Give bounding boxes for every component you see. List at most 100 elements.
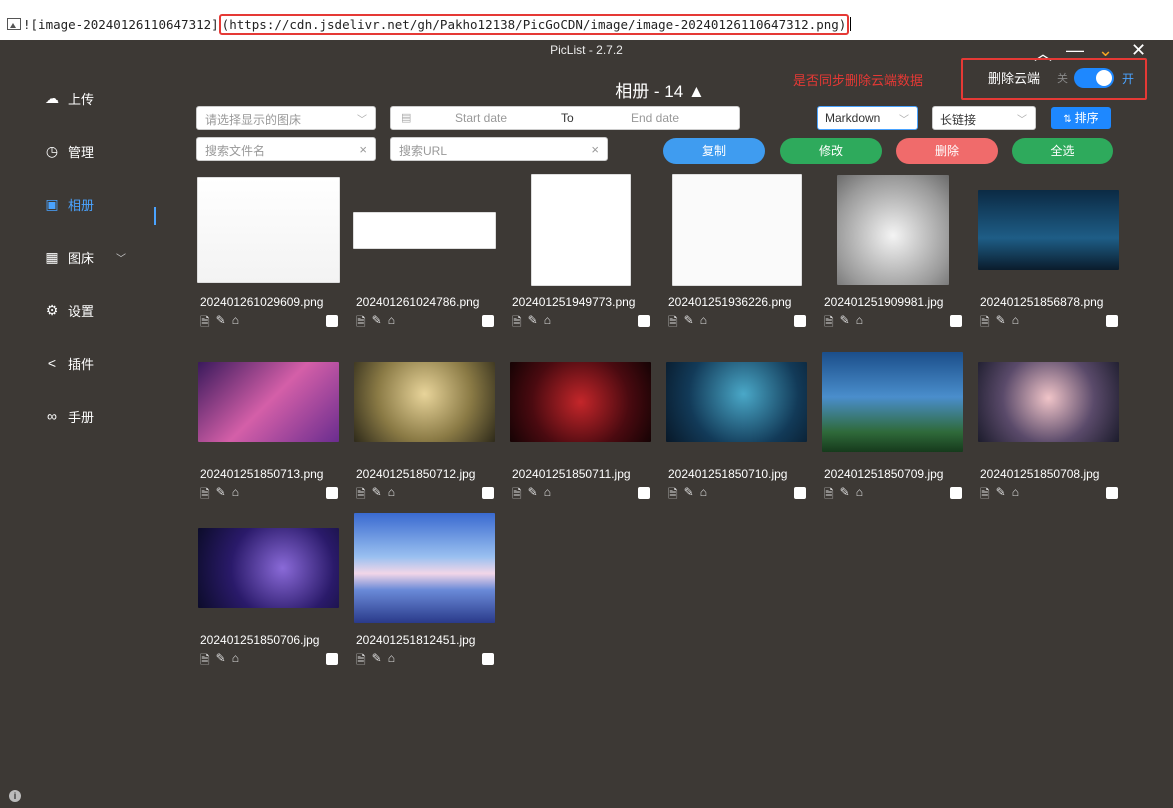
edit-icon[interactable]: ✎ — [372, 485, 382, 506]
edit-icon[interactable]: ✎ — [528, 313, 538, 334]
trash-icon[interactable]: ⌂ — [1012, 485, 1019, 506]
image-thumbnail[interactable] — [820, 175, 965, 285]
select-checkbox[interactable] — [326, 315, 338, 327]
copy-link-icon[interactable]: 🗎 — [980, 485, 990, 506]
trash-icon[interactable]: ⌂ — [388, 485, 395, 506]
image-thumbnail[interactable] — [352, 347, 497, 457]
image-filename: 202401261029609.png — [200, 295, 324, 309]
edit-icon[interactable]: ✎ — [528, 485, 538, 506]
trash-icon[interactable]: ⌂ — [700, 485, 707, 506]
sidebar-item-manual[interactable]: ∞ 手册 — [44, 406, 94, 426]
image-url-highlight[interactable]: (https://cdn.jsdelivr.net/gh/Pakho12138/… — [218, 14, 850, 35]
image-thumbnail[interactable] — [976, 175, 1121, 285]
delete-button[interactable]: 删除 — [896, 138, 998, 164]
image-thumbnail[interactable] — [352, 513, 497, 623]
sync-delete-toggle[interactable] — [1074, 68, 1114, 88]
sidebar-item-picbed[interactable]: ▦ 图床 ﹀ — [44, 247, 126, 267]
image-thumbnail[interactable] — [664, 347, 809, 457]
page-title[interactable]: 相册 - 14 ▲ — [560, 77, 760, 102]
edit-icon[interactable]: ✎ — [684, 485, 694, 506]
edit-icon[interactable]: ✎ — [216, 485, 226, 506]
select-checkbox[interactable] — [950, 315, 962, 327]
copy-link-icon[interactable]: 🗎 — [824, 313, 834, 334]
select-checkbox[interactable] — [950, 487, 962, 499]
select-checkbox[interactable] — [1106, 315, 1118, 327]
select-checkbox[interactable] — [482, 315, 494, 327]
select-all-button[interactable]: 全选 — [1012, 138, 1113, 164]
search-url-input[interactable]: 搜索URL × — [390, 137, 608, 161]
trash-icon[interactable]: ⌂ — [1012, 313, 1019, 334]
clear-icon[interactable]: × — [359, 142, 367, 157]
trash-icon[interactable]: ⌂ — [232, 313, 239, 334]
select-checkbox[interactable] — [326, 653, 338, 665]
image-filename: 202401251949773.png — [512, 295, 636, 309]
edit-icon[interactable]: ✎ — [372, 651, 382, 672]
edit-icon[interactable]: ✎ — [684, 313, 694, 334]
trash-icon[interactable]: ⌂ — [856, 313, 863, 334]
image-thumbnail[interactable] — [664, 174, 809, 286]
copy-link-icon[interactable]: 🗎 — [668, 485, 678, 506]
select-checkbox[interactable] — [482, 487, 494, 499]
select-checkbox[interactable] — [638, 315, 650, 327]
select-checkbox[interactable] — [794, 315, 806, 327]
image-thumbnail[interactable] — [196, 513, 341, 623]
image-thumbnail[interactable] — [820, 347, 965, 457]
chevron-down-icon: ﹀ — [1017, 115, 1027, 126]
edit-icon[interactable]: ✎ — [216, 651, 226, 672]
copy-link-icon[interactable]: 🗎 — [512, 313, 522, 334]
select-checkbox[interactable] — [1106, 487, 1118, 499]
trash-icon[interactable]: ⌂ — [388, 651, 395, 672]
edit-icon[interactable]: ✎ — [996, 313, 1006, 334]
date-range-picker[interactable]: ▤ Start date To End date — [390, 106, 740, 130]
sort-button[interactable]: ⇅ 排序 — [1051, 107, 1111, 129]
format-select[interactable]: Markdown ﹀ — [817, 106, 918, 130]
trash-icon[interactable]: ⌂ — [388, 313, 395, 334]
edit-icon[interactable]: ✎ — [996, 485, 1006, 506]
copy-link-icon[interactable]: 🗎 — [356, 651, 366, 672]
copy-link-icon[interactable]: 🗎 — [668, 313, 678, 334]
trash-icon[interactable]: ⌂ — [232, 485, 239, 506]
sidebar-item-manage[interactable]: ◷ 管理 — [44, 141, 94, 161]
sidebar-item-plugins[interactable]: < 插件 — [44, 353, 94, 373]
copy-link-icon[interactable]: 🗎 — [824, 485, 834, 506]
select-checkbox[interactable] — [482, 653, 494, 665]
trash-icon[interactable]: ⌂ — [856, 485, 863, 506]
select-checkbox[interactable] — [638, 487, 650, 499]
link-type-select[interactable]: 长链接 ﹀ — [932, 106, 1036, 130]
trash-icon[interactable]: ⌂ — [544, 485, 551, 506]
edit-icon[interactable]: ✎ — [216, 313, 226, 334]
info-icon[interactable]: i — [9, 790, 21, 802]
copy-button[interactable]: 复制 — [663, 138, 765, 164]
sidebar-item-gallery[interactable]: ▣ 相册 — [44, 194, 94, 214]
search-filename-input[interactable]: 搜索文件名 × — [196, 137, 376, 161]
copy-link-icon[interactable]: 🗎 — [356, 485, 366, 506]
picbed-select[interactable]: 请选择显示的图床 ﹀ — [196, 106, 376, 130]
copy-link-icon[interactable]: 🗎 — [512, 485, 522, 506]
image-thumbnail[interactable] — [352, 175, 497, 285]
modify-button[interactable]: 修改 — [780, 138, 882, 164]
sidebar-item-settings[interactable]: ⚙ 设置 — [44, 300, 94, 320]
image-thumbnail[interactable] — [196, 175, 341, 285]
copy-link-icon[interactable]: 🗎 — [980, 313, 990, 334]
select-checkbox[interactable] — [326, 487, 338, 499]
select-checkbox[interactable] — [794, 487, 806, 499]
sync-delete-annotation: 是否同步删除云端数据 — [793, 73, 924, 88]
trash-icon[interactable]: ⌂ — [700, 313, 707, 334]
link-icon: ∞ — [47, 408, 57, 424]
edit-icon[interactable]: ✎ — [840, 313, 850, 334]
edit-icon[interactable]: ✎ — [840, 485, 850, 506]
copy-link-icon[interactable]: 🗎 — [200, 651, 210, 672]
image-thumbnail[interactable] — [976, 347, 1121, 457]
copy-link-icon[interactable]: 🗎 — [200, 313, 210, 334]
clear-icon[interactable]: × — [591, 142, 599, 157]
edit-icon[interactable]: ✎ — [372, 313, 382, 334]
copy-link-icon[interactable]: 🗎 — [356, 313, 366, 334]
trash-icon[interactable]: ⌂ — [544, 313, 551, 334]
image-thumbnail[interactable] — [508, 174, 653, 286]
copy-link-icon[interactable]: 🗎 — [200, 485, 210, 506]
sidebar-item-upload[interactable]: ☁ 上传 — [44, 88, 94, 108]
trash-icon[interactable]: ⌂ — [232, 651, 239, 672]
image-thumbnail[interactable] — [196, 347, 341, 457]
piclist-window: PicList - 2.7.2 ︿ — ⌄ ✕ ☁ 上传 ◷ 管理 ▣ 相册 ▦ 图床 ﹀… — [0, 40, 1173, 808]
image-thumbnail[interactable] — [508, 347, 653, 457]
